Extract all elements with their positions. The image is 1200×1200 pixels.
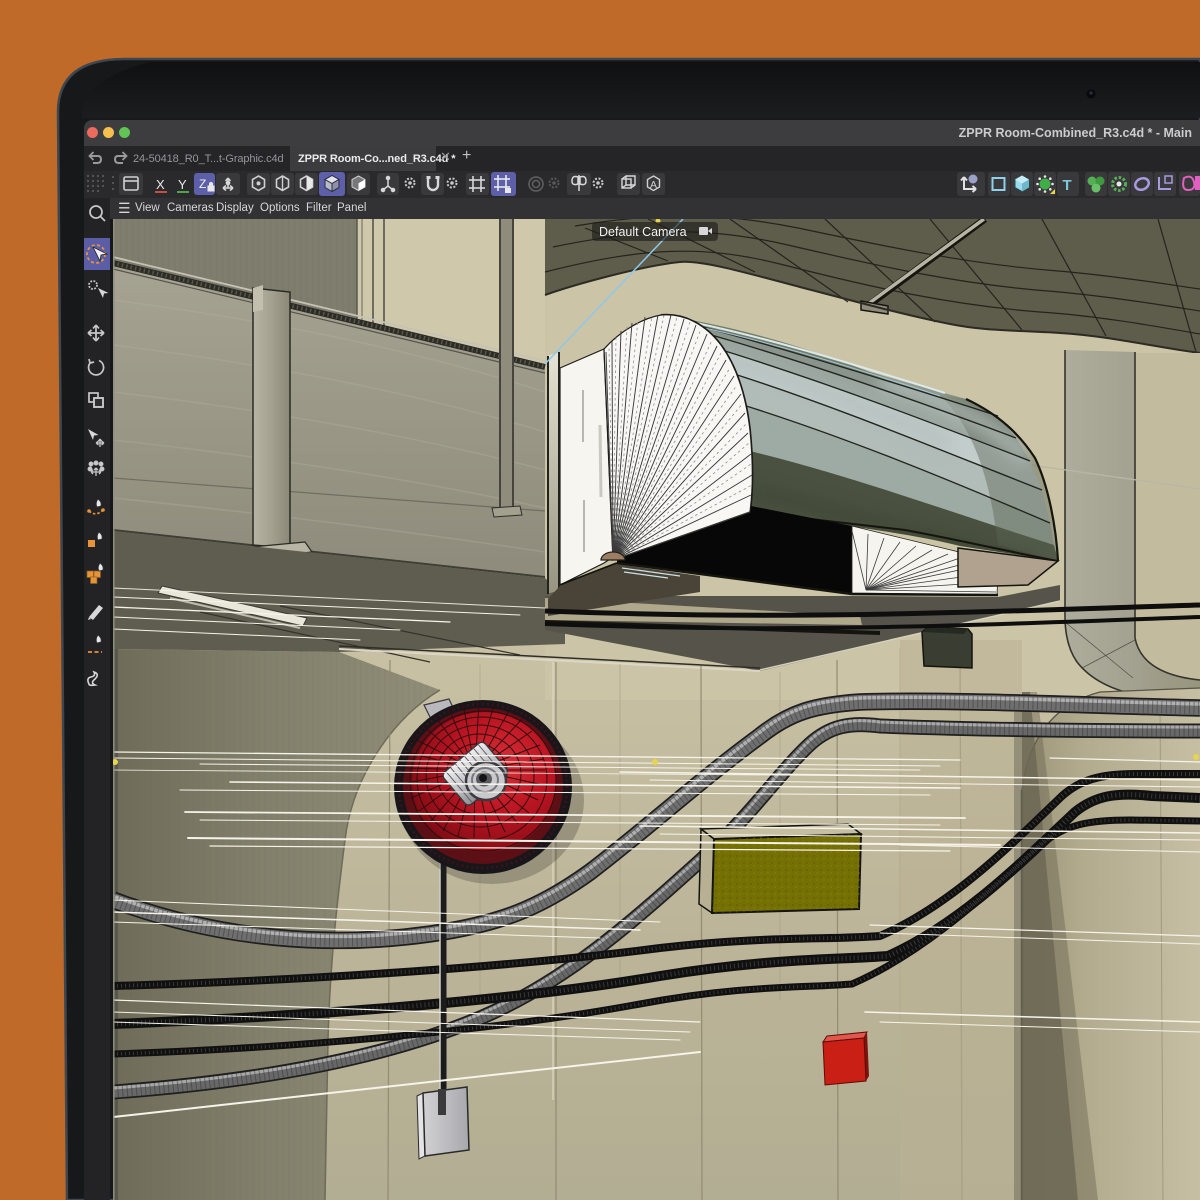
svg-text:A: A <box>650 179 657 191</box>
svg-text:X: X <box>156 177 165 192</box>
svg-text:Z: Z <box>199 177 206 191</box>
svg-text:Default Camera: Default Camera <box>599 225 687 239</box>
svg-text:Y: Y <box>178 177 187 192</box>
svg-text:T: T <box>1063 177 1072 194</box>
